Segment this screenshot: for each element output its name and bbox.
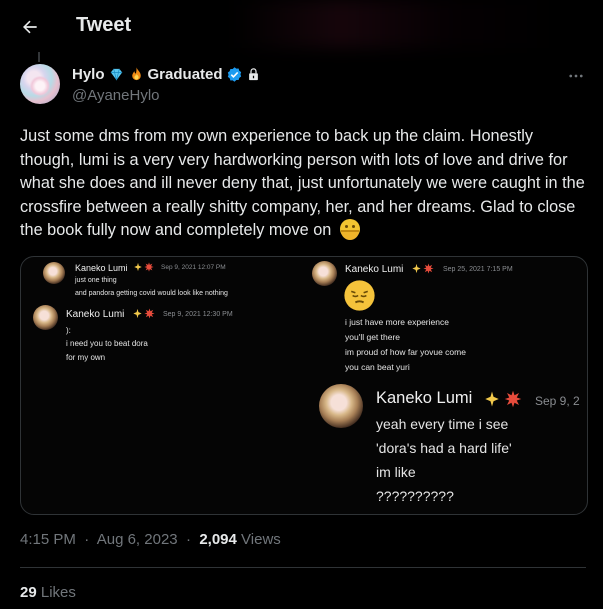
likes-label: Likes bbox=[40, 584, 76, 601]
dm-line: im proud of how far yovue come bbox=[345, 347, 466, 357]
sparkle-icon bbox=[485, 391, 499, 407]
tweet-body: Just some dms from my own experience to … bbox=[20, 127, 585, 239]
collision-icon bbox=[144, 308, 155, 319]
dm-author-name: Kaneko Lumi bbox=[376, 389, 473, 407]
dm-avatar bbox=[319, 384, 363, 428]
more-button[interactable] bbox=[565, 67, 587, 85]
dm-avatar bbox=[33, 305, 58, 330]
dm-avatar bbox=[312, 261, 337, 286]
author-avatar[interactable] bbox=[20, 64, 60, 104]
author-name[interactable]: Hylo bbox=[72, 66, 105, 83]
views-label: Views bbox=[241, 531, 281, 548]
meta-separator: · bbox=[80, 531, 94, 548]
dm-author-name: Kaneko Lumi bbox=[345, 264, 404, 275]
dm-line: just one thing bbox=[75, 277, 117, 284]
dm-line: 'dora's had a hard life' bbox=[376, 440, 512, 456]
dm-line: i need you to beat dora bbox=[66, 339, 148, 348]
more-icon bbox=[569, 74, 583, 78]
diamond-icon bbox=[110, 68, 122, 81]
back-button[interactable] bbox=[16, 13, 44, 41]
likes-link[interactable]: 29 Likes bbox=[20, 584, 76, 601]
collision-icon bbox=[423, 263, 434, 274]
dm-timestamp: Sep 9, 2 bbox=[535, 394, 580, 408]
dm-timestamp: Sep 9, 2021 12:30 PM bbox=[163, 311, 233, 318]
thread-line bbox=[38, 52, 40, 62]
fire-icon bbox=[131, 67, 141, 81]
author-badge-text: Graduated bbox=[147, 66, 223, 83]
dm-timestamp: Sep 25, 2021 7:15 PM bbox=[443, 266, 513, 273]
tweet-text: Just some dms from my own experience to … bbox=[20, 125, 590, 243]
views-count: 2,094 bbox=[199, 531, 237, 548]
pensive-face-icon bbox=[344, 280, 375, 311]
dm-line: i just have more experience bbox=[345, 317, 449, 327]
dm-line: for my own bbox=[66, 353, 106, 362]
dm-author-name: Kaneko Lumi bbox=[75, 263, 128, 273]
dm-avatar bbox=[43, 262, 65, 284]
page-title: Tweet bbox=[76, 14, 132, 36]
tweet-media[interactable]: Kaneko Lumi Sep 9, 2021 12:07 PM just on… bbox=[20, 256, 588, 515]
author-name-row[interactable]: Hylo Graduated bbox=[72, 66, 261, 83]
dm-line: and pandora getting covid would look lik… bbox=[75, 290, 228, 297]
dm-line: you can beat yuri bbox=[345, 362, 410, 372]
dm-line: ?????????? bbox=[376, 488, 454, 504]
back-arrow-icon bbox=[23, 20, 37, 34]
dm-line: yeah every time i see bbox=[376, 416, 509, 432]
sparkle-icon bbox=[412, 263, 421, 274]
hugging-face-icon bbox=[339, 219, 360, 240]
meta-separator: · bbox=[181, 531, 196, 548]
lock-icon bbox=[248, 68, 258, 81]
likes-count: 29 bbox=[20, 584, 37, 601]
dm-author-name: Kaneko Lumi bbox=[66, 309, 125, 320]
tweet-meta: 4:15 PM · Aug 6, 2023 · 2,094 Views bbox=[20, 531, 281, 548]
dm-line: you'll get there bbox=[345, 332, 401, 342]
dm-timestamp: Sep 9, 2021 12:07 PM bbox=[161, 264, 226, 271]
author-handle[interactable]: @AyaneHylo bbox=[72, 87, 160, 104]
sparkle-icon bbox=[134, 262, 142, 272]
collision-icon bbox=[504, 390, 522, 408]
collision-icon bbox=[144, 262, 154, 272]
dm-line: ): bbox=[66, 326, 71, 335]
dm-line: im like bbox=[376, 464, 416, 480]
app-header: Tweet bbox=[0, 0, 603, 53]
divider bbox=[20, 567, 586, 568]
sparkle-icon bbox=[133, 308, 142, 319]
tweet-time[interactable]: 4:15 PM bbox=[20, 531, 76, 548]
header-background-blur bbox=[230, 0, 560, 48]
verified-icon bbox=[227, 67, 241, 82]
tweet-date[interactable]: Aug 6, 2023 bbox=[97, 531, 178, 548]
